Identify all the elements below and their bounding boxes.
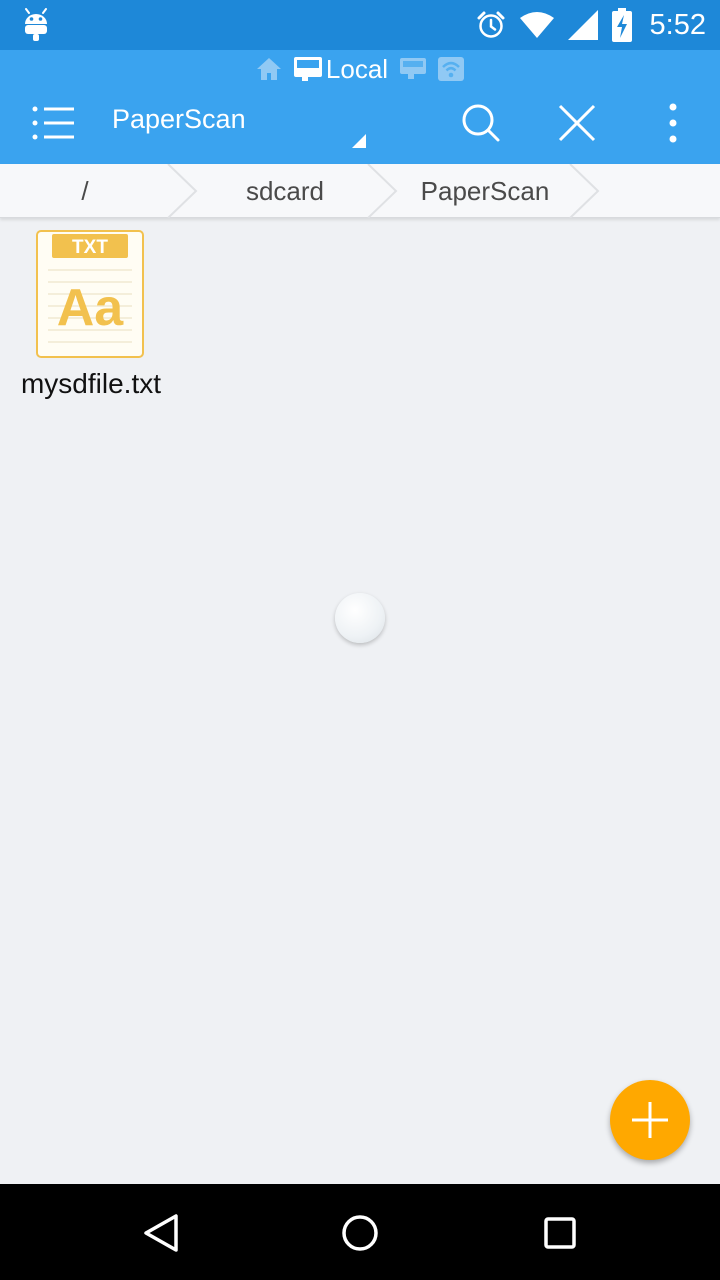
title-dropdown-icon[interactable] bbox=[352, 134, 366, 148]
status-bar: 5:52 bbox=[0, 0, 720, 50]
local-source-label: Local bbox=[325, 53, 389, 84]
back-icon[interactable] bbox=[136, 1208, 186, 1258]
source-strip: Local bbox=[0, 50, 720, 88]
more-vert-icon[interactable] bbox=[656, 98, 690, 148]
menu-icon[interactable] bbox=[30, 102, 82, 144]
local-source-chip[interactable]: Local bbox=[293, 53, 389, 85]
search-icon[interactable] bbox=[456, 98, 506, 148]
wifi-icon bbox=[519, 12, 554, 38]
alarm-icon bbox=[477, 11, 505, 38]
battery-charging-icon bbox=[611, 8, 632, 42]
close-icon[interactable] bbox=[552, 98, 602, 148]
file-type-badge: TXT bbox=[72, 237, 108, 258]
wifi-share-icon[interactable] bbox=[438, 57, 465, 81]
system-nav-bar bbox=[0, 1184, 720, 1280]
app-toolbar: Local PaperScan bbox=[0, 50, 720, 164]
breadcrumb: / sdcard PaperScan bbox=[0, 164, 720, 218]
sd-card-icon bbox=[293, 57, 322, 81]
network-icon[interactable] bbox=[400, 58, 427, 80]
home-icon[interactable] bbox=[335, 1208, 385, 1258]
breadcrumb-item-sdcard[interactable]: sdcard bbox=[185, 164, 385, 218]
android-debug-icon bbox=[25, 8, 47, 41]
breadcrumb-chevron-icon bbox=[569, 164, 600, 218]
recents-icon[interactable] bbox=[535, 1208, 585, 1258]
toolbar-title[interactable]: PaperScan bbox=[112, 104, 246, 135]
file-name: mysdfile.txt bbox=[20, 368, 162, 399]
toolbar-title-row: PaperScan bbox=[0, 88, 720, 158]
add-fab-button[interactable] bbox=[610, 1080, 690, 1160]
breadcrumb-item-root[interactable]: / bbox=[0, 164, 170, 218]
file-glyph: Aa bbox=[57, 279, 125, 337]
home-icon[interactable] bbox=[256, 57, 282, 81]
signal-icon bbox=[567, 10, 598, 40]
breadcrumb-item-paperscan[interactable]: PaperScan bbox=[385, 164, 585, 218]
txt-file-icon: TXT Aa bbox=[36, 230, 144, 358]
plus-icon bbox=[632, 1102, 668, 1138]
loading-spinner bbox=[335, 593, 385, 643]
status-time: 5:52 bbox=[649, 8, 706, 41]
